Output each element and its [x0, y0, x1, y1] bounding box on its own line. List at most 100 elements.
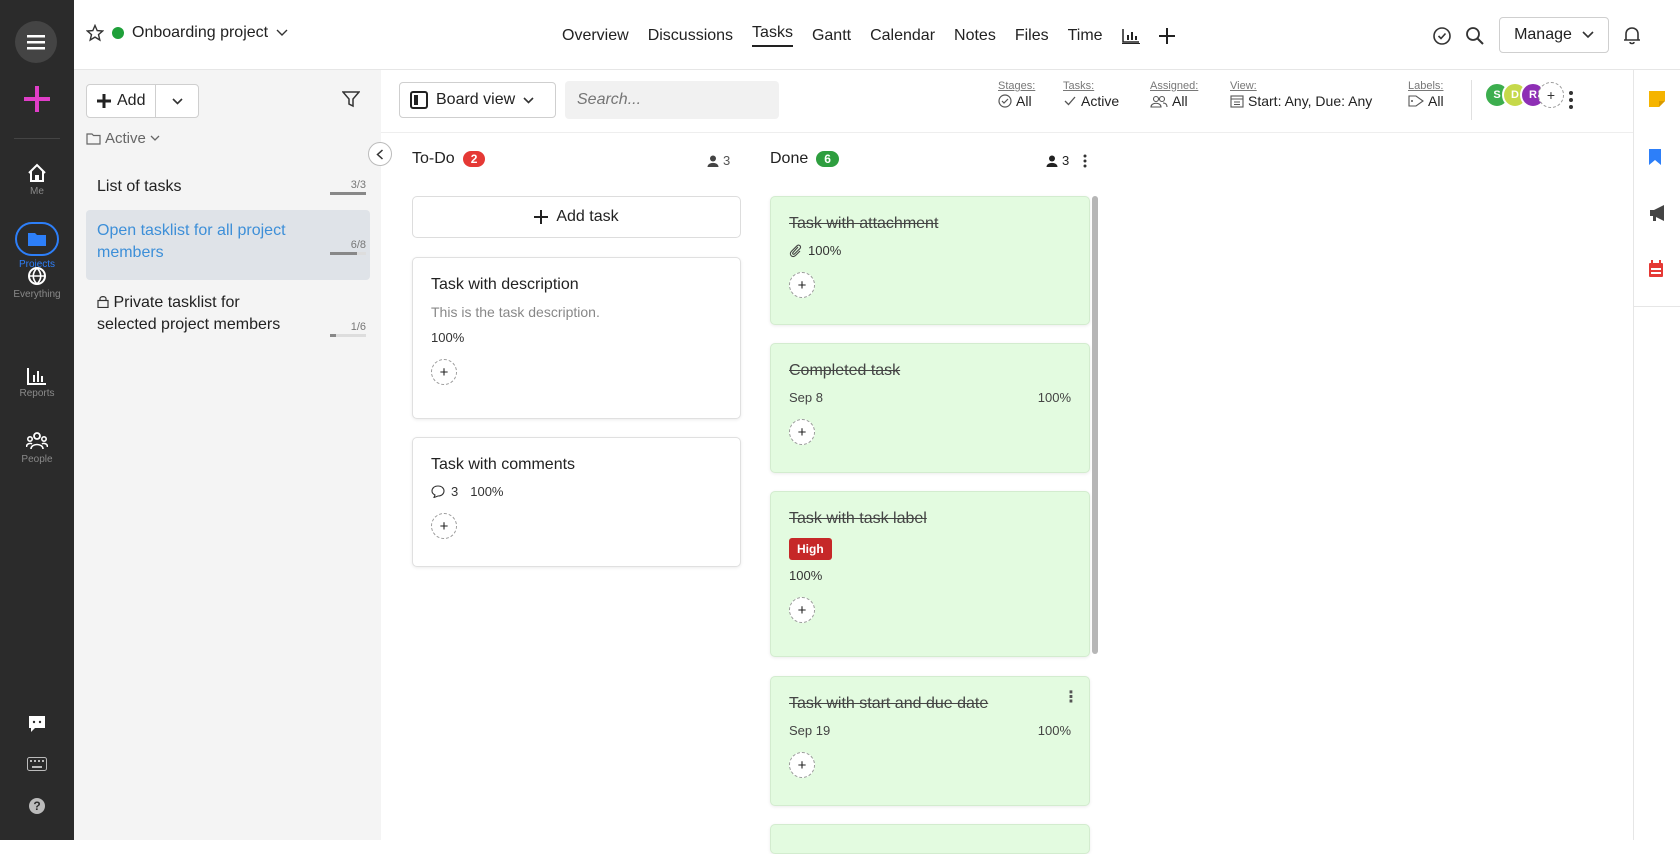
projects-highlight — [15, 222, 59, 256]
column-menu-icon[interactable] — [1083, 154, 1087, 168]
comment-count: 3 — [451, 484, 459, 499]
calendar-icon[interactable] — [1648, 260, 1664, 278]
rail-everything[interactable]: Everything — [0, 266, 74, 300]
reports-tab-icon[interactable] — [1121, 28, 1140, 44]
add-member-button[interactable]: + — [1538, 82, 1564, 108]
column-done-members[interactable]: 3 — [1046, 153, 1087, 168]
tab-overview[interactable]: Overview — [562, 27, 629, 45]
task-card-done[interactable]: Task with task label High 100% + — [770, 491, 1090, 657]
section-active-toggle[interactable]: Active — [86, 130, 160, 147]
bookmark-icon[interactable] — [1648, 148, 1662, 166]
manage-dropdown[interactable]: Manage — [1499, 17, 1609, 53]
view-filter[interactable]: View: Start: Any, Due: Any — [1230, 80, 1372, 109]
project-name: Onboarding project — [132, 24, 269, 41]
task-progress: 100% — [808, 243, 842, 258]
view-selector[interactable]: Board view — [399, 82, 556, 118]
column-done-header[interactable]: Done 6 — [770, 150, 839, 168]
column-todo-header[interactable]: To-Do 2 — [412, 150, 486, 168]
task-title: Task with comments — [431, 456, 576, 473]
person-icon — [707, 155, 719, 167]
tasklist-item[interactable]: Open tasklist for all project members 6/… — [86, 210, 370, 280]
help-icon: ? — [29, 798, 45, 814]
task-progress: 100% — [1037, 390, 1071, 405]
labels-filter[interactable]: Labels: All — [1408, 80, 1444, 109]
task-progress: 100% — [470, 484, 504, 499]
task-card[interactable]: Task with description This is the task d… — [412, 257, 741, 419]
tab-tasks[interactable]: Tasks — [752, 24, 793, 47]
assign-button[interactable]: + — [431, 359, 457, 385]
hamburger-menu-button[interactable] — [15, 21, 57, 63]
folder-icon — [28, 233, 46, 246]
add-tab-icon[interactable] — [1158, 27, 1175, 44]
chevron-down-icon — [172, 97, 183, 105]
filter-value: Start: Any, Due: Any — [1248, 93, 1373, 109]
collapse-sidebar-button[interactable] — [368, 142, 392, 166]
task-progress: 100% — [431, 330, 465, 345]
tab-time[interactable]: Time — [1068, 27, 1103, 45]
column-scrollbar[interactable] — [1092, 196, 1098, 654]
task-menu-icon[interactable]: ⋮ — [1063, 687, 1079, 707]
plus-icon — [24, 86, 50, 112]
project-switcher[interactable]: Onboarding project — [86, 24, 288, 42]
paperclip-icon — [789, 244, 802, 257]
rail-me[interactable]: Me — [0, 163, 74, 197]
member-count: 3 — [723, 153, 731, 168]
tasklist-name: List of tasks — [97, 178, 182, 195]
rail-me-label: Me — [30, 186, 44, 197]
keyboard-shortcuts-button[interactable] — [0, 757, 74, 771]
column-todo-members[interactable]: 3 — [707, 153, 730, 168]
tab-calendar[interactable]: Calendar — [870, 27, 935, 45]
bell-icon[interactable] — [1623, 25, 1641, 45]
task-title: Task with start and due date — [789, 695, 989, 712]
tab-gantt[interactable]: Gantt — [812, 27, 851, 45]
rail-reports[interactable]: Reports — [0, 367, 74, 399]
tab-discussions[interactable]: Discussions — [648, 27, 733, 45]
globe-icon — [28, 267, 46, 286]
add-task-button[interactable]: Add task — [412, 196, 741, 238]
app-rail: Me Projects Everything Reports People ? — [0, 0, 74, 840]
search-input[interactable] — [565, 81, 779, 119]
stages-filter[interactable]: Stages: All — [998, 80, 1035, 109]
team-avatars[interactable]: S D R + — [1484, 82, 1564, 108]
tab-files[interactable]: Files — [1015, 27, 1049, 45]
star-icon[interactable] — [86, 24, 104, 42]
tasks-filter[interactable]: Tasks: Active — [1063, 80, 1119, 109]
task-card-done-partial[interactable] — [770, 824, 1090, 854]
add-tasklist-button[interactable]: Add — [86, 84, 199, 118]
chevron-down-icon — [523, 96, 534, 104]
chevron-down-icon — [276, 29, 288, 36]
add-main[interactable]: Add — [87, 85, 157, 117]
add-dropdown[interactable] — [156, 97, 198, 105]
task-card-done[interactable]: Completed task Sep 8 100% + — [770, 343, 1090, 473]
task-card-done[interactable]: ⋮ Task with start and due date Sep 19 10… — [770, 676, 1090, 806]
people-icon — [1150, 95, 1168, 108]
help-button[interactable]: ? — [0, 797, 74, 815]
chat-button[interactable] — [0, 714, 74, 734]
create-button[interactable] — [0, 86, 74, 112]
filter-icon[interactable] — [342, 90, 360, 108]
megaphone-icon[interactable] — [1648, 204, 1668, 222]
tasklist-name: Open tasklist for all project members — [97, 222, 286, 261]
task-progress: 100% — [1037, 723, 1071, 738]
assigned-filter[interactable]: Assigned: All — [1150, 80, 1198, 109]
task-title: Task with attachment — [789, 215, 939, 232]
assign-button[interactable]: + — [789, 752, 815, 778]
sticky-note-icon[interactable] — [1648, 90, 1666, 108]
keyboard-icon — [27, 757, 47, 771]
svg-text:?: ? — [33, 799, 40, 813]
rail-projects[interactable]: Projects — [0, 222, 74, 270]
tab-notes[interactable]: Notes — [954, 27, 996, 45]
task-card[interactable]: Task with comments 3 100% + — [412, 437, 741, 567]
tasklist-item[interactable]: Private tasklist for selected project me… — [86, 282, 370, 362]
more-options-icon[interactable] — [1568, 90, 1574, 110]
assign-button[interactable]: + — [789, 419, 815, 445]
filter-key: Tasks: — [1063, 80, 1095, 92]
assign-button[interactable]: + — [431, 513, 457, 539]
timer-icon[interactable] — [1432, 26, 1452, 46]
priority-label[interactable]: High — [789, 538, 832, 560]
rail-people[interactable]: People — [0, 431, 74, 465]
assign-button[interactable]: + — [789, 272, 815, 298]
assign-button[interactable]: + — [789, 597, 815, 623]
task-card-done[interactable]: Task with attachment 100% + — [770, 196, 1090, 325]
search-icon[interactable] — [1465, 26, 1485, 46]
